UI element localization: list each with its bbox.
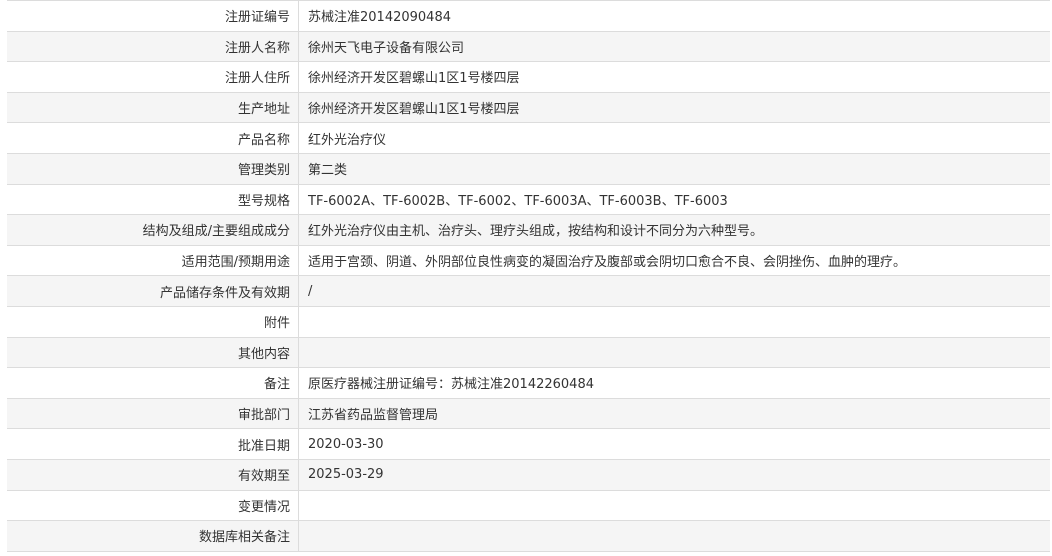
field-label-registrant-address: 注册人住所 bbox=[7, 61, 299, 93]
record-row-database-remarks: 数据库相关备注 bbox=[7, 520, 1050, 552]
record-row-structure-composition: 结构及组成/主要组成成分 红外光治疗仪由主机、治疗头、理疗头组成，按结构和设计不… bbox=[7, 214, 1050, 246]
field-label-product-name: 产品名称 bbox=[7, 122, 299, 154]
field-label-production-address: 生产地址 bbox=[7, 91, 299, 124]
field-label-registration-number: 注册证编号 bbox=[7, 0, 299, 32]
record-row-intended-use: 适用范围/预期用途 适用于宫颈、阴道、外阴部位良性病变的凝固治疗及腹部或会阴切口… bbox=[7, 244, 1050, 277]
field-value-product-name: 红外光治疗仪 bbox=[298, 122, 1050, 154]
field-value-model-spec: TF-6002A、TF-6002B、TF-6002、TF-6003A、TF-60… bbox=[298, 183, 1050, 216]
field-value-management-class: 第二类 bbox=[298, 152, 1050, 185]
record-row-valid-until: 有效期至 2025-03-29 bbox=[7, 458, 1050, 491]
record-row-attachment: 附件 bbox=[7, 305, 1050, 338]
field-value-structure-composition: 红外光治疗仪由主机、治疗头、理疗头组成，按结构和设计不同分为六种型号。 bbox=[298, 214, 1050, 246]
field-label-remarks: 备注 bbox=[7, 367, 299, 399]
record-row-remarks: 备注 原医疗器械注册证编号：苏械注准20142260484 bbox=[7, 367, 1050, 399]
field-value-approval-date: 2020-03-30 bbox=[298, 428, 1050, 460]
record-row-change-status: 变更情况 bbox=[7, 489, 1050, 522]
field-value-remarks: 原医疗器械注册证编号：苏械注准20142260484 bbox=[298, 367, 1050, 399]
field-label-registrant-name: 注册人名称 bbox=[7, 30, 299, 63]
field-value-registration-number: 苏械注准20142090484 bbox=[298, 0, 1050, 32]
registration-record-table: 注册证编号 苏械注准20142090484 注册人名称 徐州天飞电子设备有限公司… bbox=[7, 0, 1050, 552]
record-row-storage-validity: 产品储存条件及有效期 / bbox=[7, 275, 1050, 307]
field-value-attachment bbox=[298, 305, 1050, 338]
record-row-approval-department: 审批部门 江苏省药品监督管理局 bbox=[7, 397, 1050, 430]
field-label-change-status: 变更情况 bbox=[7, 489, 299, 522]
record-row-management-class: 管理类别 第二类 bbox=[7, 152, 1050, 185]
field-label-model-spec: 型号规格 bbox=[7, 183, 299, 216]
field-value-change-status bbox=[298, 489, 1050, 522]
field-value-intended-use: 适用于宫颈、阴道、外阴部位良性病变的凝固治疗及腹部或会阴切口愈合不良、会阴挫伤、… bbox=[298, 244, 1050, 277]
field-label-storage-validity: 产品储存条件及有效期 bbox=[7, 275, 299, 307]
record-row-model-spec: 型号规格 TF-6002A、TF-6002B、TF-6002、TF-6003A、… bbox=[7, 183, 1050, 216]
field-label-approval-department: 审批部门 bbox=[7, 397, 299, 430]
field-value-registrant-name: 徐州天飞电子设备有限公司 bbox=[298, 30, 1050, 63]
field-label-structure-composition: 结构及组成/主要组成成分 bbox=[7, 214, 299, 246]
record-row-product-name: 产品名称 红外光治疗仪 bbox=[7, 122, 1050, 154]
record-row-production-address: 生产地址 徐州经济开发区碧螺山1区1号楼四层 bbox=[7, 91, 1050, 124]
field-value-production-address: 徐州经济开发区碧螺山1区1号楼四层 bbox=[298, 91, 1050, 124]
field-value-valid-until: 2025-03-29 bbox=[298, 458, 1050, 491]
field-value-database-remarks bbox=[298, 520, 1050, 552]
field-label-intended-use: 适用范围/预期用途 bbox=[7, 244, 299, 277]
record-table-body: 注册证编号 苏械注准20142090484 注册人名称 徐州天飞电子设备有限公司… bbox=[7, 0, 1050, 552]
field-label-database-remarks: 数据库相关备注 bbox=[7, 520, 299, 552]
field-label-other-content: 其他内容 bbox=[7, 336, 299, 369]
field-label-management-class: 管理类别 bbox=[7, 152, 299, 185]
field-label-valid-until: 有效期至 bbox=[7, 458, 299, 491]
record-row-registration-number: 注册证编号 苏械注准20142090484 bbox=[7, 0, 1050, 32]
record-row-approval-date: 批准日期 2020-03-30 bbox=[7, 428, 1050, 460]
field-value-approval-department: 江苏省药品监督管理局 bbox=[298, 397, 1050, 430]
record-row-registrant-name: 注册人名称 徐州天飞电子设备有限公司 bbox=[7, 30, 1050, 63]
field-label-attachment: 附件 bbox=[7, 305, 299, 338]
field-value-storage-validity: / bbox=[298, 275, 1050, 307]
record-row-registrant-address: 注册人住所 徐州经济开发区碧螺山1区1号楼四层 bbox=[7, 61, 1050, 93]
field-value-other-content bbox=[298, 336, 1050, 369]
record-row-other-content: 其他内容 bbox=[7, 336, 1050, 369]
field-label-approval-date: 批准日期 bbox=[7, 428, 299, 460]
field-value-registrant-address: 徐州经济开发区碧螺山1区1号楼四层 bbox=[298, 61, 1050, 93]
